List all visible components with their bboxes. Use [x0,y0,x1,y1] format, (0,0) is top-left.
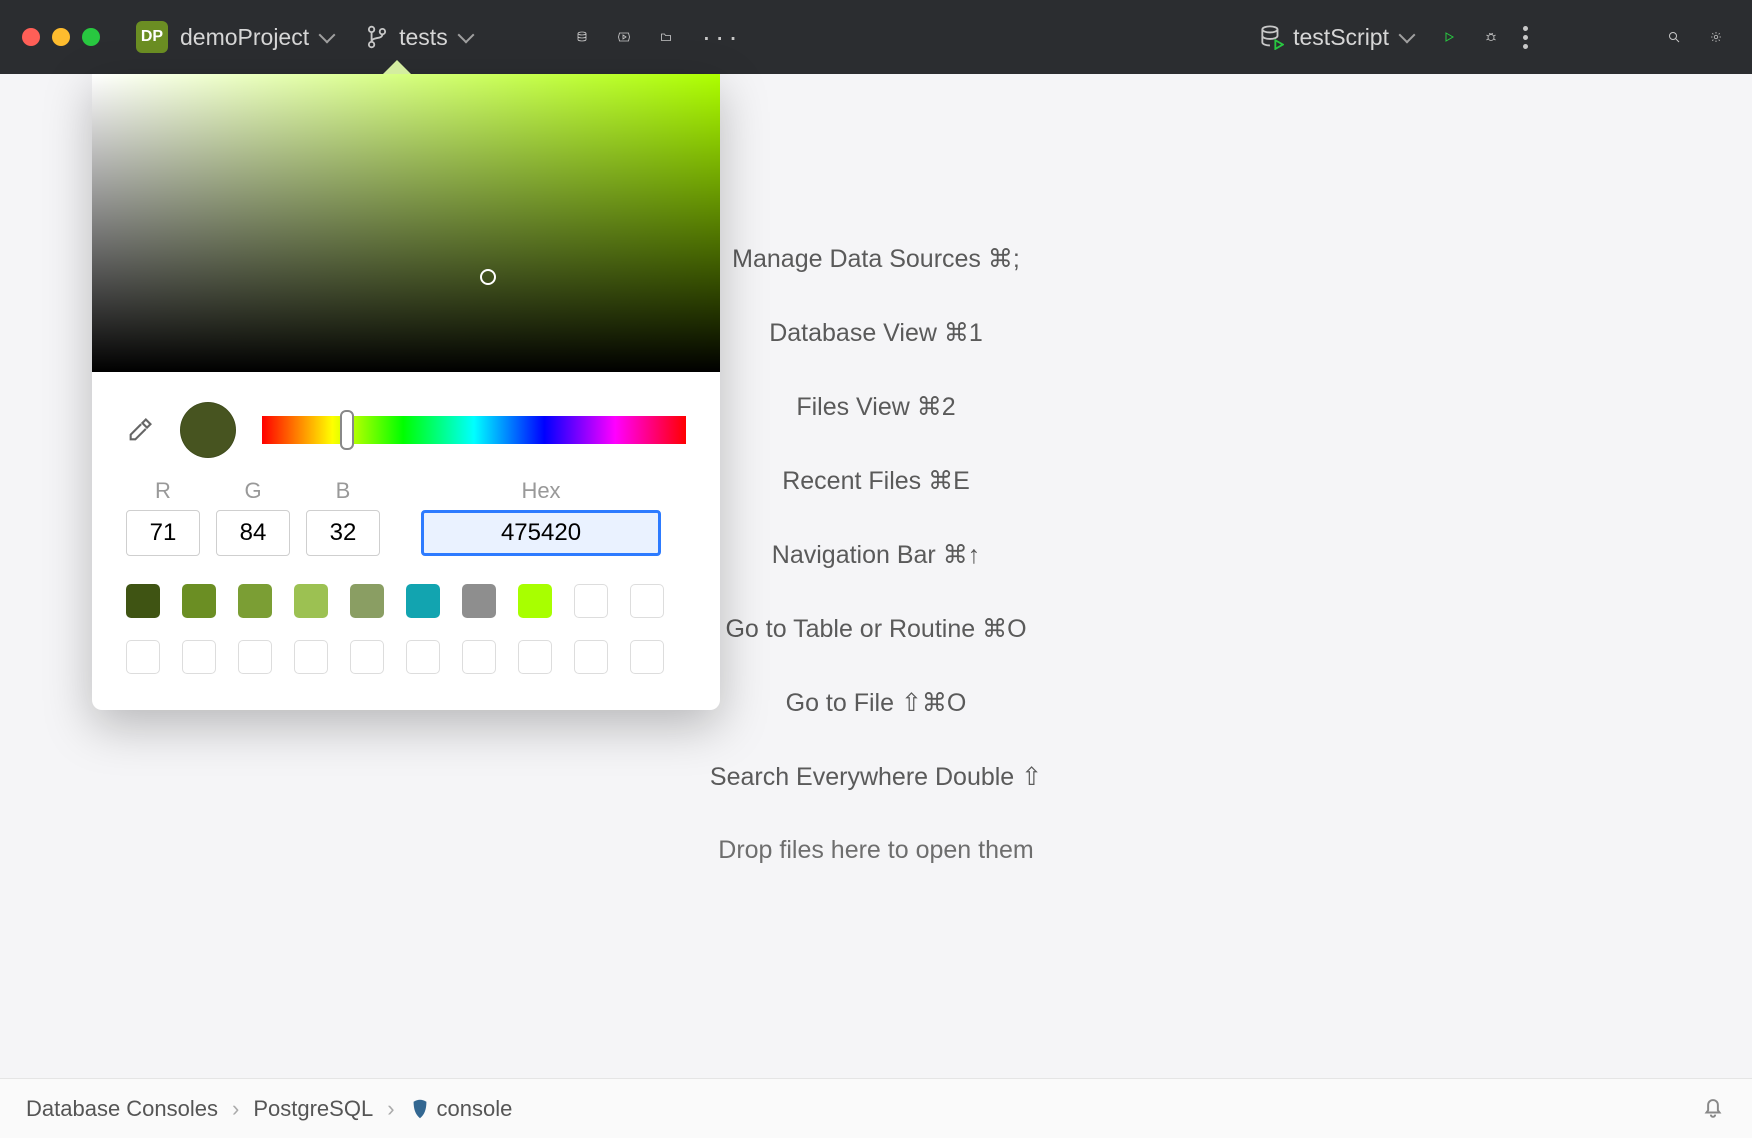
vcs-branch-selector[interactable]: tests [355,19,480,55]
breadcrumb-label: console [437,1096,513,1121]
debug-button[interactable] [1477,23,1505,51]
swatch[interactable] [294,640,328,674]
database-icon[interactable] [568,23,596,51]
run-config-name: testScript [1293,24,1389,51]
swatch[interactable] [518,584,552,618]
swatch[interactable] [630,640,664,674]
sv-cursor[interactable] [480,269,496,285]
run-button[interactable] [1435,23,1463,51]
chevron-down-icon [319,27,336,44]
drop-hint: Drop files here to open them [0,836,1752,865]
swatch[interactable] [630,584,664,618]
swatch[interactable] [462,640,496,674]
run-config-selector[interactable]: testScript [1249,19,1421,55]
swatch[interactable] [182,640,216,674]
window-close-button[interactable] [22,28,40,46]
swatch[interactable] [182,584,216,618]
folder-icon[interactable] [652,23,680,51]
hint-item: Search Everywhere Double ⇧ [0,762,1752,792]
swatch[interactable] [350,640,384,674]
eyedropper-button[interactable] [126,416,154,444]
execute-icon[interactable] [610,23,638,51]
vcs-branch-name: tests [399,24,448,51]
swatch[interactable] [406,584,440,618]
swatch[interactable] [126,640,160,674]
swatch[interactable] [294,584,328,618]
chevron-down-icon [457,27,474,44]
swatch[interactable] [574,640,608,674]
window-minimize-button[interactable] [52,28,70,46]
r-label: R [155,478,171,504]
breadcrumb-item[interactable]: console [409,1096,513,1122]
color-preview [180,402,236,458]
hex-input[interactable] [421,510,661,556]
g-label: G [244,478,261,504]
saturation-value-panel[interactable] [92,74,720,372]
hex-label: Hex [521,478,560,504]
hue-thumb[interactable] [340,410,354,450]
popup-arrow [382,60,412,75]
window-maximize-button[interactable] [82,28,100,46]
swatch[interactable] [462,584,496,618]
g-input[interactable] [216,510,290,556]
navigation-bar: Database Consoles › PostgreSQL › console [0,1078,1752,1138]
swatch[interactable] [238,584,272,618]
project-icon: DP [136,21,168,53]
swatch[interactable] [518,640,552,674]
editor-empty-state: Manage Data Sources ⌘; Database View ⌘1 … [0,74,1752,1078]
b-label: B [336,478,351,504]
database-run-icon [1257,23,1285,51]
postgres-icon [409,1099,431,1121]
branch-icon [363,23,391,51]
swatch-grid [92,576,720,710]
breadcrumb-separator: › [387,1096,394,1122]
hue-slider[interactable] [262,416,686,444]
color-picker-popup: R G B Hex [92,74,720,710]
search-button[interactable] [1660,23,1688,51]
chevron-down-icon [1399,27,1416,44]
window-controls [22,28,100,46]
title-bar: DP demoProject tests ··· testScript [0,0,1752,74]
breadcrumb-item[interactable]: PostgreSQL [253,1096,373,1122]
swatch[interactable] [350,584,384,618]
project-name: demoProject [180,24,309,51]
notifications-button[interactable] [1700,1093,1726,1125]
breadcrumb-separator: › [232,1096,239,1122]
project-selector[interactable]: DP demoProject [128,17,341,57]
b-input[interactable] [306,510,380,556]
swatch[interactable] [406,640,440,674]
more-horizontal-icon[interactable]: ··· [694,21,750,53]
swatch[interactable] [126,584,160,618]
swatch[interactable] [574,584,608,618]
settings-button[interactable] [1702,23,1730,51]
swatch[interactable] [238,640,272,674]
more-vertical-icon[interactable] [1519,22,1532,53]
breadcrumb-item[interactable]: Database Consoles [26,1096,218,1122]
r-input[interactable] [126,510,200,556]
